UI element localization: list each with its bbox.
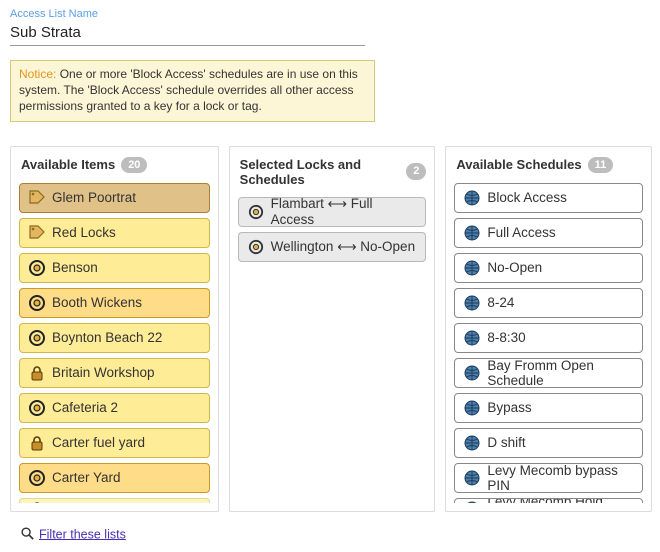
tag-icon (28, 224, 46, 242)
selected-title: Selected Locks and Schedules (240, 157, 401, 187)
selected-item-label: Wellington ⟷ No-Open (271, 239, 415, 255)
available-item-label: Carter fuel yard (52, 435, 145, 450)
available-item[interactable]: East Gate Padlock (19, 498, 210, 503)
schedule-item[interactable]: 8-8:30 (454, 323, 643, 353)
schedule-item[interactable]: No-Open (454, 253, 643, 283)
schedule-item[interactable]: Levy Mecomb bypass PIN (454, 463, 643, 493)
selected-item[interactable]: Wellington ⟷ No-Open (238, 232, 427, 262)
available-schedules-panel: Available Schedules 11 Block Access Full … (445, 146, 652, 512)
lock-ring-icon (28, 259, 46, 277)
notice-prefix: Notice: (19, 67, 56, 81)
notice-body: One or more 'Block Access' schedules are… (19, 67, 358, 113)
schedule-item[interactable]: Bay Fromm Open Schedule (454, 358, 643, 388)
padlock-icon (28, 500, 46, 502)
lock-ring-icon (28, 469, 46, 487)
padlock-icon (28, 434, 46, 452)
selected-item-label: Flambart ⟷ Full Access (271, 197, 418, 228)
schedule-item-label: 8-24 (487, 295, 514, 310)
globe-icon (463, 469, 481, 487)
access-list-name-label: Access List Name (10, 8, 652, 20)
globe-icon (463, 364, 481, 382)
available-item[interactable]: Carter Yard (19, 463, 210, 493)
available-item[interactable]: Benson (19, 253, 210, 283)
globe-icon (463, 224, 481, 242)
notice-banner: Notice: One or more 'Block Access' sched… (10, 60, 375, 122)
available-item-label: Britain Workshop (52, 365, 155, 380)
available-schedules-count: 11 (588, 157, 614, 173)
available-item-label: Benson (52, 260, 98, 275)
schedule-item-label: Full Access (487, 225, 555, 240)
globe-icon (463, 399, 481, 417)
tag-icon (28, 189, 46, 207)
schedule-item[interactable]: D shift (454, 428, 643, 458)
available-item-label: Boynton Beach 22 (52, 330, 162, 345)
globe-icon (463, 329, 481, 347)
globe-icon (463, 500, 481, 503)
lock-ring-icon (28, 399, 46, 417)
available-schedules-title: Available Schedules (456, 157, 581, 172)
lock-ring-icon (28, 329, 46, 347)
selected-count: 2 (406, 163, 426, 179)
globe-icon (463, 259, 481, 277)
padlock-icon (28, 364, 46, 382)
schedule-item-label: Levy Mecomb bypass PIN (487, 463, 634, 493)
lock-ring-icon (247, 203, 265, 221)
globe-icon (463, 189, 481, 207)
schedule-item-label: No-Open (487, 260, 542, 275)
available-item[interactable]: Red Locks (19, 218, 210, 248)
magnify-icon (20, 526, 35, 544)
schedule-item-label: Bay Fromm Open Schedule (487, 358, 634, 388)
available-item[interactable]: Boynton Beach 22 (19, 323, 210, 353)
globe-icon (463, 294, 481, 312)
available-item[interactable]: Booth Wickens (19, 288, 210, 318)
schedule-item-label: Bypass (487, 400, 531, 415)
available-item[interactable]: Cafeteria 2 (19, 393, 210, 423)
globe-icon (463, 434, 481, 452)
filter-these-lists-link[interactable]: Filter these lists (39, 527, 126, 541)
schedule-item[interactable]: 8-24 (454, 288, 643, 318)
available-items-panel: Available Items 20 Glem Poortrat Red Lock… (10, 146, 219, 512)
available-item-label: Carter Yard (52, 470, 121, 485)
available-items-count: 20 (121, 157, 147, 173)
selected-item[interactable]: Flambart ⟷ Full Access (238, 197, 427, 227)
available-item-label: Red Locks (52, 225, 116, 240)
lock-ring-icon (28, 294, 46, 312)
available-item-label: East Gate Padlock (52, 502, 164, 503)
available-item[interactable]: Glem Poortrat (19, 183, 210, 213)
access-list-name-input[interactable] (10, 22, 365, 46)
schedule-item-label: Block Access (487, 190, 567, 205)
available-item-label: Booth Wickens (52, 295, 142, 310)
available-items-title: Available Items (21, 157, 115, 172)
selected-panel: Selected Locks and Schedules 2 Flambart … (229, 146, 436, 512)
lock-ring-icon (247, 238, 265, 256)
available-item-label: Cafeteria 2 (52, 400, 118, 415)
schedule-item[interactable]: Block Access (454, 183, 643, 213)
schedule-item[interactable]: Bypass (454, 393, 643, 423)
schedule-item-label: 8-8:30 (487, 330, 525, 345)
schedule-item-label: D shift (487, 435, 525, 450)
schedule-item[interactable]: Levy Mecomb Hold Open (454, 498, 643, 503)
schedule-item[interactable]: Full Access (454, 218, 643, 248)
available-item-label: Glem Poortrat (52, 190, 136, 205)
available-item[interactable]: Britain Workshop (19, 358, 210, 388)
schedule-item-label: Levy Mecomb Hold Open (487, 498, 634, 503)
available-item[interactable]: Carter fuel yard (19, 428, 210, 458)
